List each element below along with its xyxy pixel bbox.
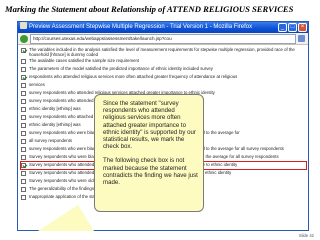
page-icon	[20, 34, 28, 43]
address-bar: http://courses.utexas.edu/webapps/assess…	[18, 33, 308, 45]
answer-checkbox[interactable]	[21, 130, 26, 136]
answer-checkbox[interactable]	[21, 106, 26, 112]
slide-title: Marking the Statement about Relationship…	[5, 4, 294, 14]
explanation-callout: Since the statement "survey respondents …	[94, 94, 204, 212]
answer-checkbox[interactable]	[21, 138, 26, 144]
answer-checkbox[interactable]	[21, 98, 26, 104]
minimize-button[interactable]: _	[278, 23, 287, 32]
answer-row[interactable]: services	[21, 82, 306, 89]
answer-text: The variables included in the analysis s…	[29, 47, 295, 57]
callout-paragraph-1: Since the statement "survey respondents …	[103, 100, 196, 151]
go-icon[interactable]	[298, 35, 305, 42]
answer-checkbox[interactable]	[21, 162, 26, 168]
answer-text: The parameters of the model satisfied th…	[29, 66, 213, 71]
answer-text: Inappropriate application of the statist…	[29, 194, 104, 199]
answer-text: ethnic identity [ethimp] was	[29, 122, 81, 127]
answer-checkbox[interactable]	[21, 154, 26, 160]
answer-checkbox[interactable]	[21, 122, 26, 128]
url-field[interactable]: http://courses.utexas.edu/webapps/assess…	[30, 33, 296, 44]
answer-checkbox[interactable]	[21, 186, 26, 192]
callout-pointer	[38, 205, 94, 231]
answer-row[interactable]: respondents who attended religious servi…	[21, 74, 306, 81]
answer-checkbox[interactable]	[21, 58, 26, 64]
answer-row[interactable]: The parameters of the model satisfied th…	[21, 66, 306, 73]
answer-row[interactable]: The variables included in the analysis s…	[21, 47, 306, 57]
answer-checkbox[interactable]	[21, 74, 26, 80]
answer-text: ethnic identity [ethimp] was	[29, 106, 81, 111]
answer-checkbox[interactable]	[21, 90, 26, 96]
answer-checkbox[interactable]	[21, 178, 26, 184]
window-controls: _ □ ×	[278, 23, 307, 32]
maximize-button[interactable]: □	[288, 23, 297, 32]
answer-text: survey respondents who attached	[29, 114, 94, 119]
callout-paragraph-2: The following check box is not marked be…	[103, 157, 198, 187]
answer-checkbox[interactable]	[21, 47, 26, 53]
answer-text: The available cases satisfied the sample…	[29, 58, 140, 63]
answer-checkbox[interactable]	[21, 66, 26, 72]
slide-number: Slide 42	[298, 233, 314, 238]
answer-row[interactable]: The available cases satisfied the sample…	[21, 58, 306, 65]
answer-checkbox[interactable]	[21, 194, 26, 200]
answer-checkbox[interactable]	[21, 114, 26, 120]
answer-checkbox[interactable]	[21, 146, 26, 152]
answer-text: respondents who attended religious servi…	[29, 74, 238, 79]
answer-checkbox[interactable]	[21, 170, 26, 176]
close-button[interactable]: ×	[298, 23, 307, 32]
window-title: Preview Assessment Stepwise Multiple Reg…	[29, 24, 253, 30]
answer-checkbox[interactable]	[21, 82, 26, 88]
window-titlebar: Preview Assessment Stepwise Multiple Reg…	[18, 22, 308, 33]
answer-text: all survey respondents	[29, 138, 72, 143]
answer-text: services	[29, 82, 45, 87]
firefox-icon	[20, 22, 27, 29]
